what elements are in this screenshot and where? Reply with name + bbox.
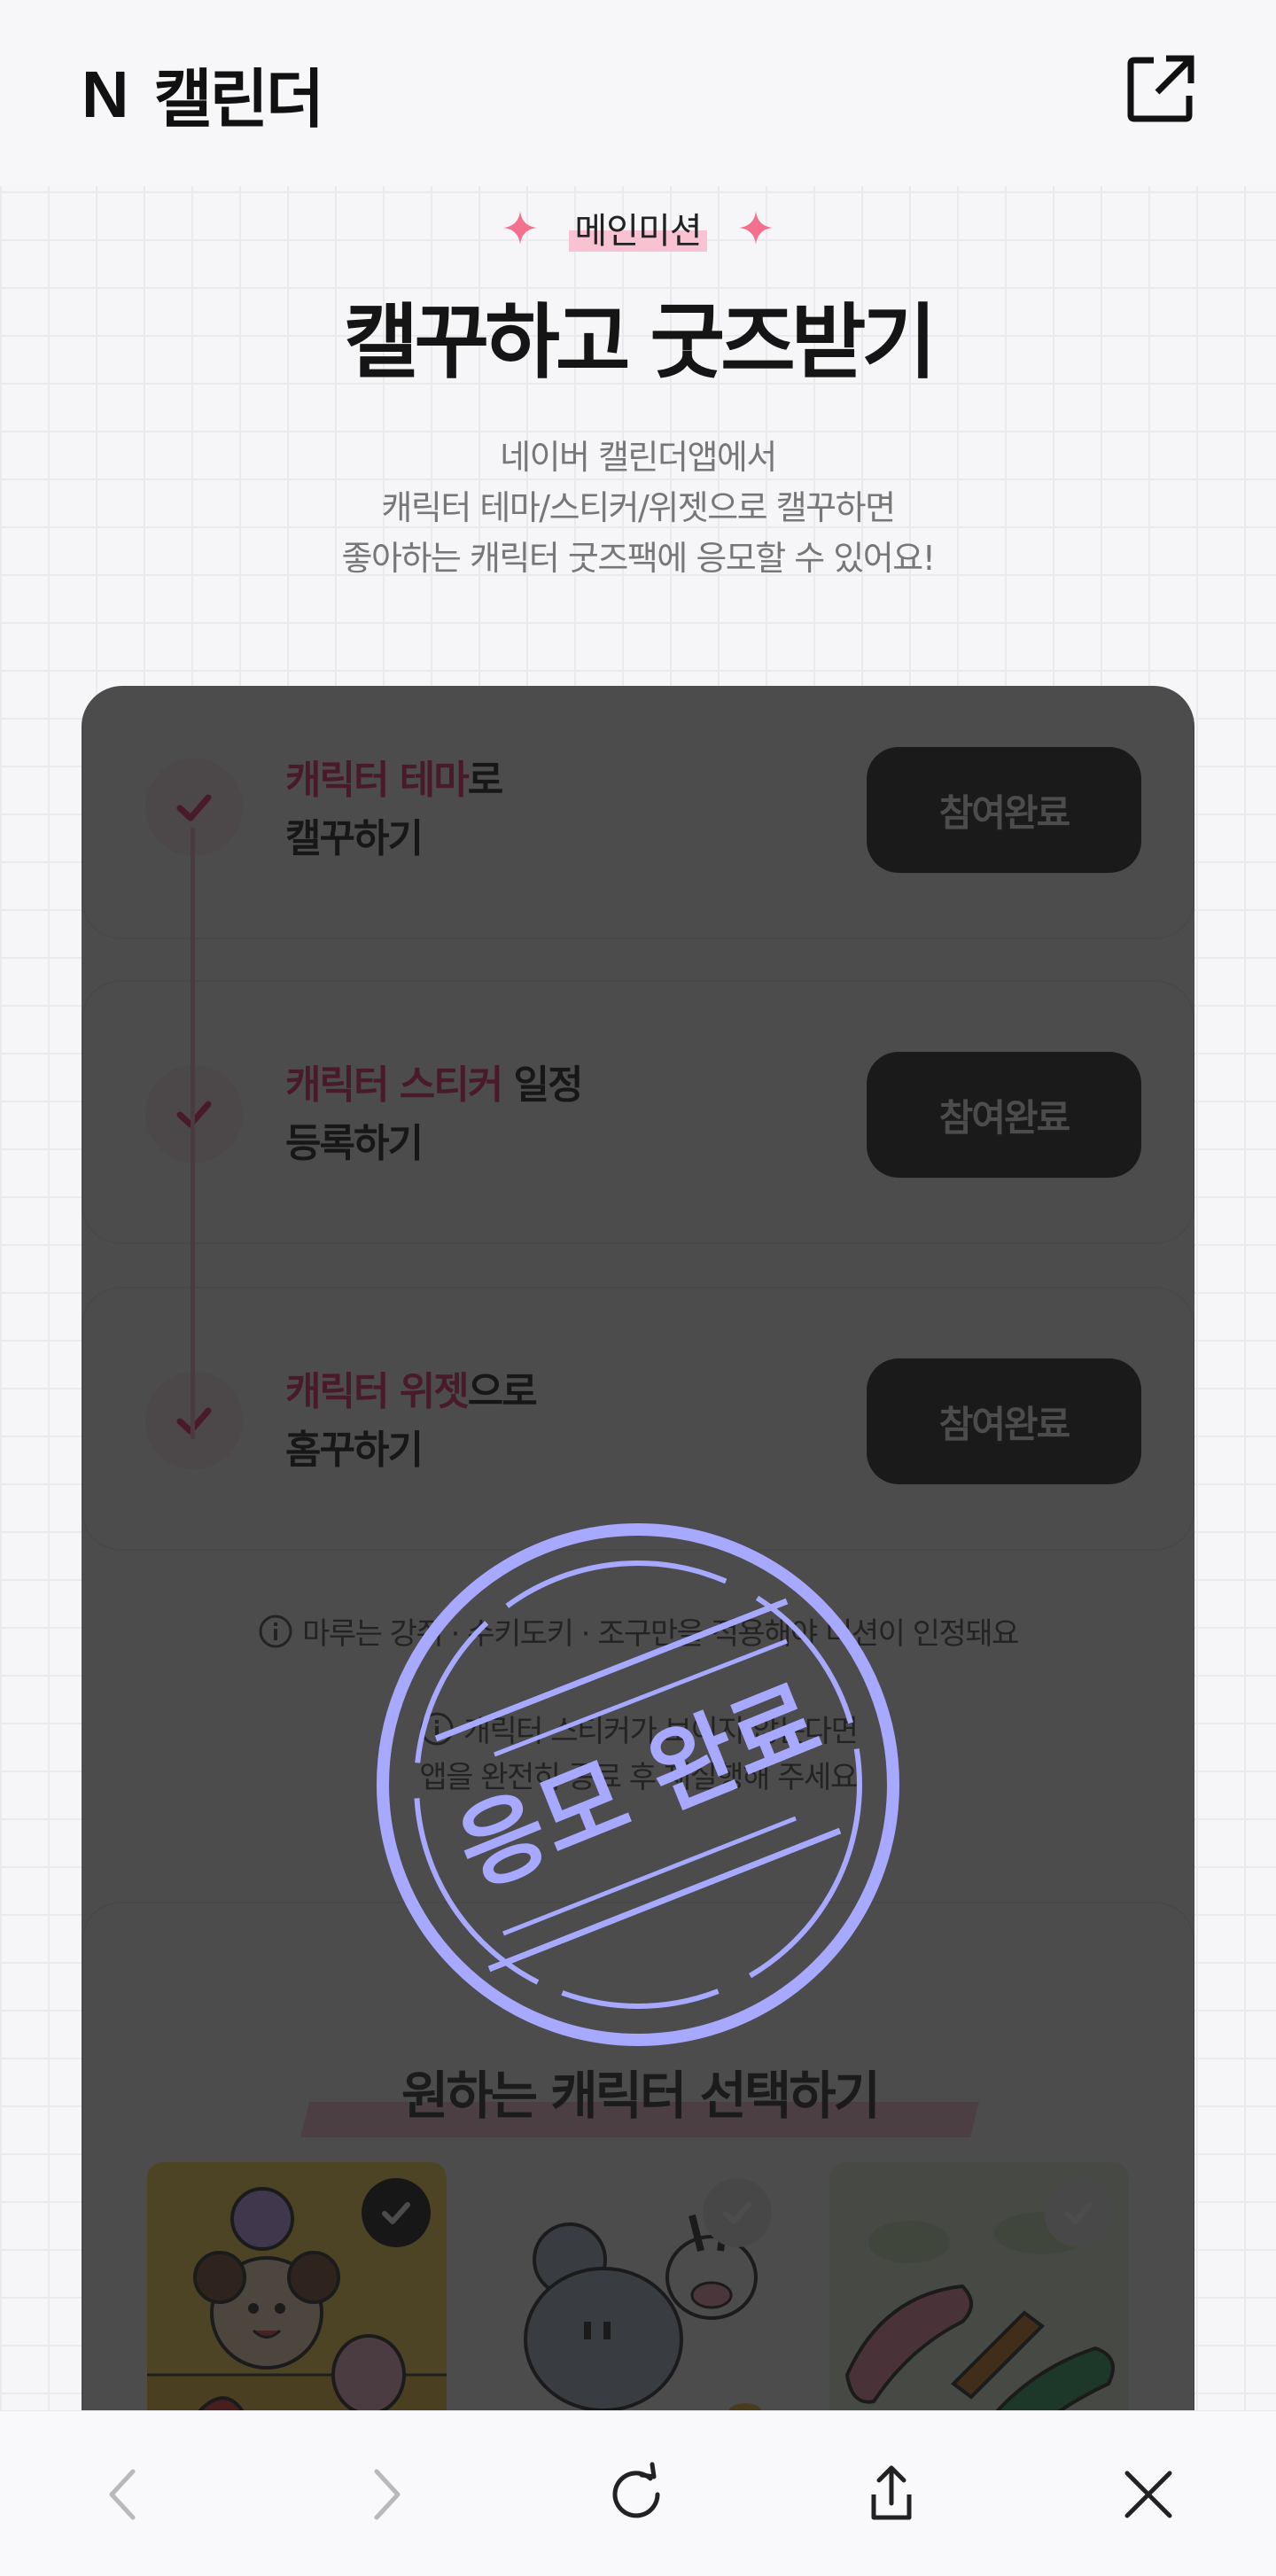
mission-tag: 메인미션 bbox=[0, 198, 1276, 257]
participation-complete-button[interactable]: 참여완료 bbox=[867, 747, 1141, 873]
sparkle-icon bbox=[738, 211, 773, 245]
chevron-left-icon[interactable] bbox=[89, 2459, 160, 2530]
application-complete-stamp: 응모 완료 bbox=[377, 1523, 899, 2046]
refresh-icon[interactable] bbox=[603, 2459, 673, 2530]
unselected-check-icon bbox=[1044, 2178, 1113, 2247]
mission-label: 메인미션 bbox=[569, 202, 707, 253]
mission-highlight: 캐릭터 테마 bbox=[285, 758, 470, 803]
description-line: 네이버 캘린더앱에서 bbox=[500, 438, 777, 477]
mission-title: 캐릭터 스티커 일정 등록하기 bbox=[285, 1062, 583, 1166]
hero-title: 캘꾸하고 굿즈받기 bbox=[343, 295, 937, 390]
description-line: 캐릭터 테마/스티커/위젯으로 캘꾸하면 bbox=[381, 488, 896, 527]
progress-timeline bbox=[191, 828, 195, 1439]
description-line: 좋아하는 캐릭터 굿즈팩에 응모할 수 있어요! bbox=[341, 539, 936, 578]
selected-check-icon bbox=[362, 2178, 431, 2247]
mission-highlight: 캐릭터 위젯 bbox=[285, 1369, 470, 1414]
external-link-icon[interactable] bbox=[1124, 51, 1198, 126]
mission-title: 캐릭터 테마로 캘꾸하기 bbox=[285, 758, 503, 861]
app-title: 캘린더 bbox=[153, 61, 324, 136]
mission-row-theme: 캐릭터 테마로 캘꾸하기 참여완료 bbox=[82, 686, 1194, 939]
mission-highlight: 캐릭터 스티커 bbox=[285, 1062, 503, 1108]
chevron-right-icon[interactable] bbox=[350, 2459, 421, 2530]
mission-row-sticker: 캐릭터 스티커 일정 등록하기 참여완료 bbox=[82, 980, 1194, 1244]
naver-logo: N bbox=[82, 58, 128, 131]
select-title: 원하는 캐릭터 선택하기 bbox=[401, 2066, 881, 2126]
sparkle-icon bbox=[503, 211, 538, 245]
participation-complete-button[interactable]: 참여완료 bbox=[867, 1358, 1141, 1484]
info-icon bbox=[259, 1615, 292, 1648]
app-header: N 캘린더 bbox=[0, 0, 1276, 186]
mission-row-widget: 캐릭터 위젯으로 홈꾸하기 참여완료 bbox=[82, 1287, 1194, 1551]
browser-toolbar bbox=[0, 2410, 1276, 2576]
mission-title: 캐릭터 위젯으로 홈꾸하기 bbox=[285, 1369, 538, 1473]
close-icon[interactable] bbox=[1113, 2459, 1184, 2530]
hero-description: 네이버 캘린더앱에서 캐릭터 테마/스티커/위젯으로 캘꾸하면 좋아하는 캐릭터… bbox=[0, 432, 1276, 584]
unselected-check-icon bbox=[703, 2178, 772, 2247]
participation-complete-button[interactable]: 참여완료 bbox=[867, 1052, 1141, 1178]
share-icon[interactable] bbox=[856, 2459, 927, 2530]
